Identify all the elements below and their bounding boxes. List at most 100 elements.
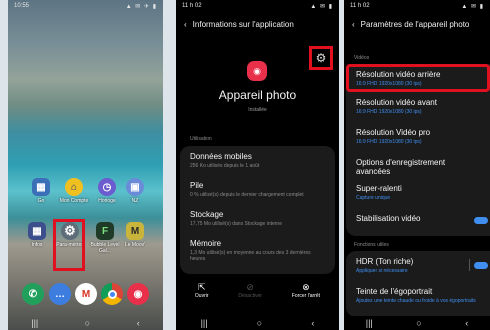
gear-icon: ⚙ — [315, 51, 327, 65]
clock-icon: ◷ — [98, 178, 116, 196]
camera-icon: ◉ — [127, 283, 149, 305]
home-button-icon[interactable]: ○ — [257, 318, 262, 328]
item-sub: Capture unique — [356, 195, 391, 201]
home-screen: 10:55 ▲ ✉ ✈ ▮ ▦ Go ⌂ Mon Compte ◷ Horlog… — [8, 0, 163, 330]
usage-card: Données mobiles 256 Ko utilisés depuis l… — [180, 146, 335, 274]
camera-settings-screen: 11 h 02 ▲ ✉ ▮ ‹ Paramètres de l'appareil… — [344, 0, 490, 330]
status-time: 10:55 — [14, 3, 30, 9]
status-bar: 11 h 02 ▲ ✉ ▮ — [182, 3, 333, 13]
list-item-storage[interactable]: Stockage 17,75 Mo utilisé(s) dans Stocka… — [180, 204, 335, 233]
dock-camera[interactable]: ◉ — [123, 283, 153, 305]
list-item-super-slow-mo[interactable]: Super-ralenti Capture unique — [346, 178, 490, 208]
hdr-toggle[interactable] — [474, 262, 488, 269]
action-label: Désactiver — [238, 293, 263, 299]
stabilization-toggle[interactable] — [474, 217, 488, 224]
list-item-advanced-recording[interactable]: Options d'enregistrement avancées — [346, 152, 490, 178]
item-title: Teinte de l'égoportrait — [356, 287, 433, 296]
settings-gear-button[interactable]: ⚙ — [309, 46, 333, 70]
item-title: Stabilisation vidéo — [356, 214, 421, 223]
status-icons: ▲ ✉ ▮ — [310, 4, 333, 10]
phone-icon: ✆ — [22, 283, 44, 305]
item-title: Options d'enregistrement avancées — [356, 158, 446, 176]
chrome-icon — [101, 283, 123, 305]
item-title: HDR (Ton riche) — [356, 257, 414, 266]
item-sub: 256 Ko utilisés depuis le 1 août — [190, 163, 260, 169]
app-infos[interactable]: ▦ Infos — [22, 222, 52, 248]
app-go[interactable]: ▦ Go — [26, 178, 56, 204]
app-le-moov[interactable]: M Le Moov' — [120, 222, 150, 248]
home-icon: ⌂ — [65, 178, 83, 196]
app-label: Mon Compte — [59, 198, 89, 204]
folder-icon: ▣ — [126, 178, 144, 196]
app-label: NZ — [131, 198, 139, 204]
app-horloge[interactable]: ◷ Horloge — [92, 178, 122, 204]
app-label: Bubble Level Gal... — [90, 242, 120, 254]
app-label: Infos — [31, 242, 43, 248]
item-sub: 17,75 Mo utilisé(s) dans Stockage intern… — [190, 221, 282, 227]
list-item-memory[interactable]: Mémoire 1,3 Mo utilisé(s) en moyenne au … — [180, 233, 335, 268]
open-button[interactable]: ⇱ Ouvrir — [195, 282, 209, 299]
list-item-battery[interactable]: Pile 0 % utilisé(s) depuis le dernier ch… — [180, 175, 335, 204]
nav-bar: ||| ○ ‹ — [344, 316, 490, 330]
back-arrow-icon[interactable]: ‹ — [352, 20, 355, 29]
gmail-icon: M — [75, 283, 97, 305]
app-state: Installée — [248, 107, 267, 113]
disable-icon: ⊘ — [246, 282, 254, 292]
status-bar: 10:55 ▲ ✉ ✈ ▮ — [14, 3, 157, 13]
status-time: 11 h 02 — [182, 3, 202, 9]
action-label: Ouvrir — [194, 293, 209, 299]
item-sub: 16:9 FHD 1920x1080 (30 ips) — [356, 139, 422, 145]
home-button-icon[interactable]: ○ — [416, 318, 421, 328]
list-item-front-video-resolution[interactable]: Résolution vidéo avant 16:9 FHD 1920x108… — [346, 92, 490, 122]
action-bar: ⇱ Ouvrir ⊘ Désactiver ⊗ Forcer l'arrêt — [180, 282, 335, 299]
recents-icon[interactable]: ||| — [366, 318, 373, 328]
useful-settings-card: HDR (Ton riche) Appliquer si nécessaire … — [346, 251, 490, 317]
force-stop-button[interactable]: ⊗ Forcer l'arrêt — [292, 282, 320, 299]
item-title: Résolution Vidéo pro — [356, 128, 431, 137]
back-arrow-icon[interactable]: ‹ — [184, 20, 187, 29]
item-sub: Appliquer si nécessaire — [356, 268, 408, 274]
apps-folder-icon: ▦ — [28, 222, 46, 240]
list-item-video-stabilization[interactable]: Stabilisation vidéo — [346, 208, 490, 234]
dock-phone[interactable]: ✆ — [18, 283, 48, 305]
header-title: Informations sur l'application — [192, 20, 294, 29]
highlight-box-settings — [53, 219, 85, 271]
list-item-pro-video-resolution[interactable]: Résolution Vidéo pro 16:9 FHD 1920x1080 … — [346, 122, 490, 152]
item-sub: Ajoutez une teinte chaude ou froide à vo… — [356, 298, 476, 304]
status-icons: ▲ ✉ ▮ — [461, 4, 484, 10]
app-label: Horloge — [98, 198, 116, 204]
section-videos: Vidéos — [354, 55, 370, 61]
home-button-icon[interactable]: ○ — [85, 318, 90, 328]
header-title: Paramètres de l'appareil photo — [360, 20, 470, 29]
item-title: Mémoire — [190, 239, 222, 248]
app-nz[interactable]: ▣ NZ — [120, 178, 150, 204]
moov-icon: M — [126, 222, 144, 240]
video-settings-card: Résolution vidéo arrière 16:9 FHD 1920x1… — [346, 64, 490, 236]
back-icon[interactable]: ‹ — [311, 318, 314, 328]
item-title: Données mobiles — [190, 152, 252, 161]
back-icon[interactable]: ‹ — [465, 318, 468, 328]
status-icons: ▲ ✉ ✈ ▮ — [125, 4, 157, 10]
list-item-hdr[interactable]: HDR (Ton riche) Appliquer si nécessaire — [346, 251, 490, 281]
list-item-mobile-data[interactable]: Données mobiles 256 Ko utilisés depuis l… — [180, 146, 335, 175]
recents-icon[interactable]: ||| — [31, 318, 38, 328]
item-title: Résolution vidéo avant — [356, 98, 437, 107]
recents-icon[interactable]: ||| — [201, 318, 208, 328]
header: ‹ Paramètres de l'appareil photo — [352, 20, 486, 29]
app-info-screen: 11 h 02 ▲ ✉ ▮ ‹ Informations sur l'appli… — [176, 0, 339, 330]
action-label: Forcer l'arrêt — [291, 293, 321, 299]
item-title: Super-ralenti — [356, 184, 402, 193]
divider — [469, 259, 470, 271]
app-icon-camera: ◉ — [247, 61, 267, 81]
list-item-selfie-tone[interactable]: Teinte de l'égoportrait Ajoutez une tein… — [346, 281, 490, 310]
app-label: Go — [37, 198, 45, 204]
item-sub: 16:9 FHD 1920x1080 (30 ips) — [356, 109, 422, 115]
status-bar: 11 h 02 ▲ ✉ ▮ — [350, 3, 484, 13]
app-bubble-level[interactable]: F Bubble Level Gal... — [90, 222, 120, 254]
section-label: Utilisation — [190, 136, 212, 142]
back-icon[interactable]: ‹ — [137, 318, 140, 328]
open-icon: ⇱ — [197, 282, 206, 292]
app-mon-compte[interactable]: ⌂ Mon Compte — [59, 178, 89, 204]
section-useful: Fonctions utiles — [354, 242, 389, 248]
disable-button[interactable]: ⊘ Désactiver — [238, 282, 262, 299]
